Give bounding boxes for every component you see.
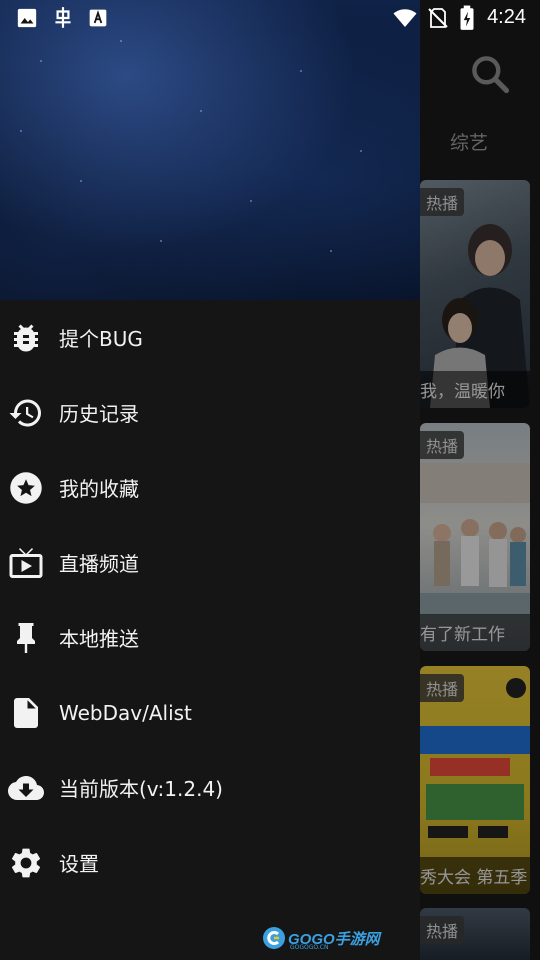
menu-item-label: 直播频道 <box>59 552 139 576</box>
menu-item-settings[interactable]: 设置 <box>0 825 420 900</box>
cloud-download-icon <box>8 775 44 800</box>
wifi-icon <box>393 9 417 28</box>
watermark-subtext: GOGOGO.CN <box>290 944 329 951</box>
menu-item-report-bug[interactable]: 提个BUG <box>0 300 420 375</box>
menu-item-label: 提个BUG <box>59 327 143 351</box>
menu-item-current-version[interactable]: 当前版本(v:1.2.4) <box>0 750 420 825</box>
menu-item-webdav-alist[interactable]: WebDav/Alist <box>0 675 420 750</box>
watermark-mark-icon <box>263 927 285 949</box>
battery-icon <box>460 5 474 30</box>
menu-item-history[interactable]: 历史记录 <box>0 375 420 450</box>
navigation-drawer: 提个BUG 历史记录 我的收藏 直播频道 本地推送 WebDav/Alist 当… <box>0 0 420 960</box>
tv-icon <box>9 547 43 578</box>
menu-item-label: 当前版本(v:1.2.4) <box>59 777 223 801</box>
bug-notification-icon <box>55 7 71 28</box>
menu-item-live-channels[interactable]: 直播频道 <box>0 525 420 600</box>
status-time: 4:24 <box>487 6 526 28</box>
no-sim-icon <box>428 8 448 28</box>
drawer-menu: 提个BUG 历史记录 我的收藏 直播频道 本地推送 WebDav/Alist 当… <box>0 300 420 900</box>
menu-item-label: WebDav/Alist <box>59 700 192 725</box>
gear-icon <box>11 848 41 877</box>
menu-item-label: 我的收藏 <box>59 477 139 501</box>
menu-item-label: 本地推送 <box>59 627 139 651</box>
status-bar: 4:24 <box>0 0 540 36</box>
bug-icon <box>14 324 38 352</box>
menu-item-favorites[interactable]: 我的收藏 <box>0 450 420 525</box>
pin-icon <box>17 622 35 653</box>
drawer-header-image <box>0 0 420 300</box>
menu-item-local-push[interactable]: 本地推送 <box>0 600 420 675</box>
menu-item-label: 历史记录 <box>59 402 139 426</box>
a-icon <box>89 9 107 27</box>
menu-item-label: 设置 <box>59 852 99 876</box>
file-icon <box>14 697 38 728</box>
star-icon <box>10 471 42 504</box>
history-icon <box>9 399 41 426</box>
image-icon <box>17 8 37 28</box>
